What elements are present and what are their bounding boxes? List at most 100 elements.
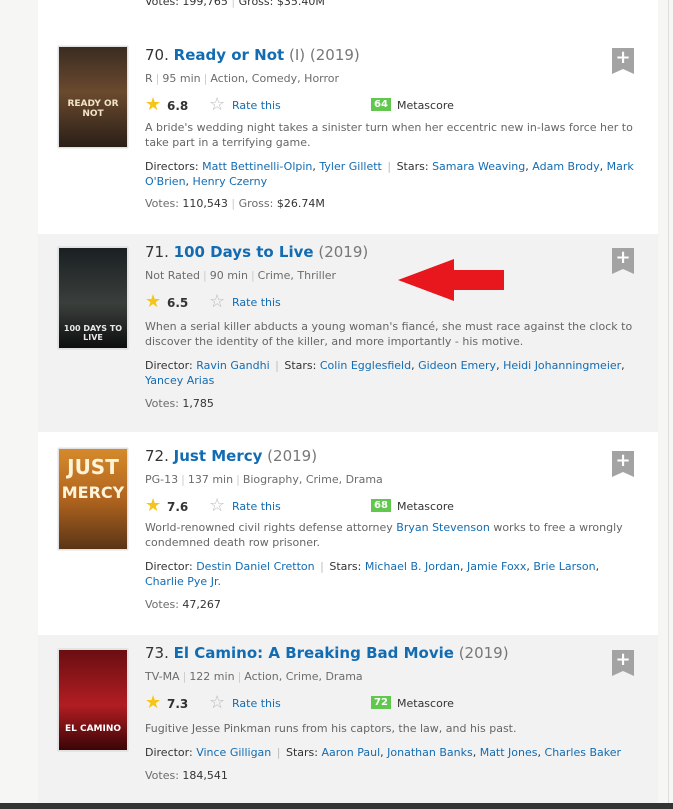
year: (2019): [318, 243, 369, 261]
genre: Crime, Thriller: [257, 269, 337, 282]
title-line: 71. 100 Days to Live (2019): [145, 243, 368, 261]
star-link[interactable]: Jonathan Banks: [387, 746, 473, 759]
star-link[interactable]: Jamie Foxx: [467, 560, 526, 573]
director-link[interactable]: Tyler Gillett: [319, 160, 381, 173]
movie-title-link[interactable]: Ready or Not: [174, 46, 285, 64]
votes-label: Votes:: [145, 0, 179, 8]
imdb-rating: 6.8: [167, 99, 189, 113]
director-link[interactable]: Ravin Gandhi: [196, 359, 269, 372]
metascore-label: Metascore: [397, 99, 454, 112]
rate-this-link[interactable]: Rate this: [232, 500, 281, 513]
poster-image[interactable]: JUST MERCY: [58, 448, 128, 550]
poster-title: READY OR NOT: [67, 99, 119, 119]
rank: 70.: [145, 46, 169, 64]
add-to-watchlist-button[interactable]: +: [612, 451, 634, 477]
list-item: READY OR NOT 70. Ready or Not (I) (2019)…: [38, 37, 658, 227]
star-outline-icon[interactable]: ☆: [209, 692, 225, 713]
poster-title: EL CAMINO: [64, 724, 122, 734]
poster-title-line-2: MERCY: [61, 483, 125, 502]
genre: Action, Crime, Drama: [244, 670, 363, 683]
meta-line: TV-MA | 122 min | Action, Crime, Drama: [145, 670, 363, 683]
bottom-edge-bar: [0, 803, 673, 809]
votes-line: Votes: 184,541: [145, 769, 228, 782]
add-to-watchlist-button[interactable]: +: [612, 48, 634, 74]
poster-image[interactable]: READY OR NOT: [58, 46, 128, 148]
list-item: 100 DAYS TO LIVE 71. 100 Days to Live (2…: [38, 234, 658, 432]
star-link[interactable]: Yancey Arias: [145, 374, 214, 387]
rating-bar: ★ 7.3 ☆ Rate this 72 Metascore: [145, 692, 645, 713]
star-outline-icon[interactable]: ☆: [209, 495, 225, 516]
certificate: Not Rated: [145, 269, 200, 282]
star-link[interactable]: Matt Jones: [480, 746, 538, 759]
gross-value: $26.74M: [276, 197, 325, 210]
movie-title-link[interactable]: 100 Days to Live: [174, 243, 314, 261]
star-link[interactable]: Charles Baker: [545, 746, 622, 759]
votes-value: 184,541: [182, 769, 228, 782]
star-outline-icon[interactable]: ☆: [209, 291, 225, 312]
add-to-watchlist-button[interactable]: +: [612, 650, 634, 676]
stars-label: Stars:: [396, 160, 429, 173]
runtime: 90 min: [209, 269, 248, 282]
star-link[interactable]: Adam Brody: [532, 160, 599, 173]
title-line: 73. El Camino: A Breaking Bad Movie (201…: [145, 644, 509, 662]
votes-label: Votes:: [145, 769, 179, 782]
list-item: EL CAMINO 73. El Camino: A Breaking Bad …: [38, 635, 658, 803]
poster-image[interactable]: 100 DAYS TO LIVE: [58, 247, 128, 349]
star-link[interactable]: Charlie Pye Jr.: [145, 575, 221, 588]
metascore-label: Metascore: [397, 697, 454, 710]
star-link[interactable]: Samara Weaving: [432, 160, 525, 173]
meta-line: PG-13 | 137 min | Biography, Crime, Drama: [145, 473, 383, 486]
star-link[interactable]: Brie Larson: [533, 560, 595, 573]
star-outline-icon[interactable]: ☆: [209, 94, 225, 115]
rate-this-link[interactable]: Rate this: [232, 296, 281, 309]
movie-title-link[interactable]: El Camino: A Breaking Bad Movie: [174, 644, 454, 662]
poster-image[interactable]: EL CAMINO: [58, 649, 128, 751]
rating-bar: ★ 6.8 ☆ Rate this 64 Metascore: [145, 94, 645, 115]
stars-label: Stars:: [329, 560, 362, 573]
description: World-renowned civil rights defense atto…: [145, 520, 635, 550]
meta-line: Not Rated | 90 min | Crime, Thriller: [145, 269, 337, 282]
director-link[interactable]: Matt Bettinelli-Olpin: [202, 160, 312, 173]
credits: Director: Ravin Gandhi | Stars: Colin Eg…: [145, 359, 625, 387]
title-qualifier: (I): [288, 46, 306, 64]
metascore-label: Metascore: [397, 500, 454, 513]
previous-item-votes-line: Votes: 199,765 | Gross: $35.40M: [145, 0, 325, 8]
title-line: 72. Just Mercy (2019): [145, 447, 317, 465]
director-link[interactable]: Vince Gilligan: [196, 746, 271, 759]
scrollbar-track[interactable]: [668, 0, 669, 809]
meta-line: R | 95 min | Action, Comedy, Horror: [145, 72, 340, 85]
list-item: JUST MERCY 72. Just Mercy (2019) PG-13 | 1…: [38, 438, 658, 628]
certificate: PG-13: [145, 473, 179, 486]
add-to-watchlist-button[interactable]: +: [612, 248, 634, 274]
description-person-link[interactable]: Bryan Stevenson: [396, 521, 490, 534]
star-link[interactable]: Aaron Paul: [322, 746, 381, 759]
votes-line: Votes: 110,543 | Gross: $26.74M: [145, 197, 325, 210]
genre: Action, Comedy, Horror: [210, 72, 340, 85]
star-link[interactable]: Gideon Emery: [418, 359, 496, 372]
rank: 72.: [145, 447, 169, 465]
votes-line: Votes: 1,785: [145, 397, 214, 410]
gross-label: Gross:: [238, 197, 274, 210]
separator: |: [231, 197, 236, 210]
runtime: 122 min: [189, 670, 235, 683]
votes-label: Votes:: [145, 197, 179, 210]
rate-this-link[interactable]: Rate this: [232, 99, 281, 112]
separator: |: [231, 0, 236, 8]
certificate: TV-MA: [145, 670, 180, 683]
credits: Directors: Matt Bettinelli-Olpin, Tyler …: [145, 160, 634, 188]
runtime: 137 min: [187, 473, 234, 486]
year: (2019): [267, 447, 318, 465]
movie-title-link[interactable]: Just Mercy: [174, 447, 263, 465]
director-label: Director:: [145, 359, 193, 372]
votes-label: Votes:: [145, 598, 179, 611]
rate-this-link[interactable]: Rate this: [232, 697, 281, 710]
star-link[interactable]: Michael B. Jordan: [365, 560, 460, 573]
director-link[interactable]: Destin Daniel Cretton: [196, 560, 314, 573]
star-link[interactable]: Colin Egglesfield: [320, 359, 411, 372]
star-link[interactable]: Heidi Johanningmeier: [503, 359, 621, 372]
director-label: Director:: [145, 560, 193, 573]
imdb-rating: 6.5: [167, 296, 189, 310]
star-link[interactable]: Henry Czerny: [193, 175, 268, 188]
imdb-rating: 7.3: [167, 697, 189, 711]
star-icon: ★: [145, 495, 162, 516]
